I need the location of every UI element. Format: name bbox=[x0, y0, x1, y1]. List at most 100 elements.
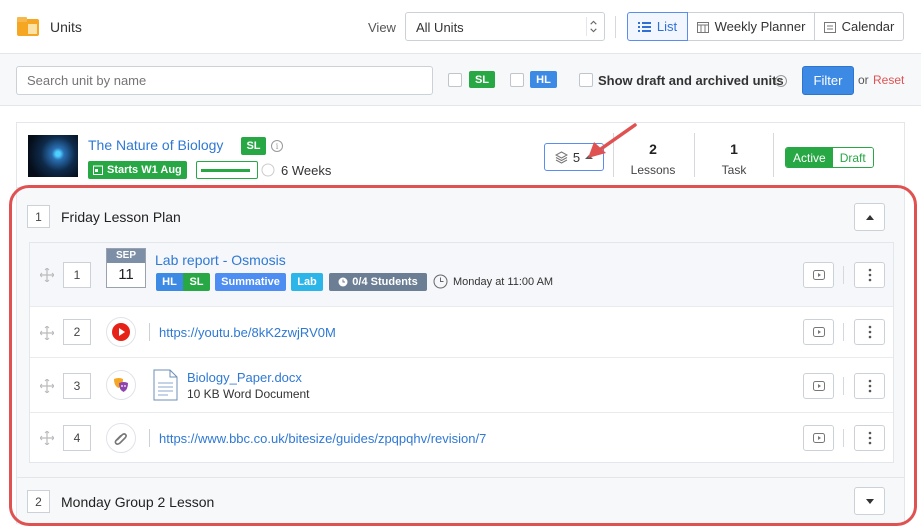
filter-button[interactable]: Filter bbox=[802, 66, 854, 95]
unit-duration: 6 Weeks bbox=[281, 163, 332, 178]
divider bbox=[843, 377, 844, 395]
preview-button[interactable] bbox=[803, 262, 834, 288]
unit-level-badge: SL bbox=[241, 137, 266, 155]
youtube-link[interactable]: https://youtu.be/8kK2zwjRV0M bbox=[149, 323, 336, 341]
task-title[interactable]: Lab report - Osmosis bbox=[155, 252, 286, 268]
drag-handle-icon[interactable] bbox=[40, 431, 54, 445]
summative-badge: Summative bbox=[215, 273, 286, 291]
annotation-arrow bbox=[588, 123, 637, 158]
calendar-button[interactable]: Calendar bbox=[815, 12, 904, 41]
units-folder-icon bbox=[17, 17, 39, 36]
unit-info-icon[interactable]: i bbox=[271, 140, 283, 152]
sl-badge: SL bbox=[469, 71, 495, 88]
attachment-icon bbox=[114, 433, 127, 445]
divider bbox=[843, 266, 844, 284]
item-number: 2 bbox=[63, 319, 91, 345]
theater-masks-icon bbox=[114, 378, 128, 392]
hl-badge: HL bbox=[530, 71, 557, 88]
students-badge[interactable]: 0/4 Students bbox=[329, 273, 427, 291]
show-draft-checkbox[interactable] bbox=[579, 73, 593, 87]
drag-handle-icon[interactable] bbox=[40, 379, 54, 393]
due-time: Monday at 11:00 AM bbox=[453, 276, 554, 288]
more-options-button[interactable] bbox=[854, 373, 885, 399]
status-toggle[interactable]: Active Draft bbox=[785, 147, 874, 168]
filter-bar: SL HL Show draft and archived units i bbox=[0, 54, 921, 106]
show-draft-label: Show draft and archived units bbox=[598, 73, 784, 88]
lesson-items-list: 1 SEP 11 Lab report - Osmosis HL SL Summ… bbox=[29, 242, 894, 463]
attachment-icon-wrap bbox=[106, 423, 136, 453]
students-count: 0/4 Students bbox=[352, 276, 418, 288]
preview-icon bbox=[812, 381, 825, 391]
list-view-label: List bbox=[656, 19, 678, 34]
task-stat: 1 Task bbox=[694, 141, 774, 177]
file-meta: 10 KB Word Document bbox=[187, 387, 310, 401]
preview-button[interactable] bbox=[803, 319, 834, 345]
list-view-button[interactable]: List bbox=[627, 12, 688, 41]
list-item: 3 Biology_Paper.docx 10 KB Word Document bbox=[30, 358, 893, 413]
start-calendar-icon bbox=[93, 165, 103, 175]
unit-header: The Nature of Biology SL i Starts W1 Aug… bbox=[17, 123, 904, 187]
unit-card: The Nature of Biology SL i Starts W1 Aug… bbox=[16, 122, 905, 525]
web-link[interactable]: https://www.bbc.co.uk/bitesize/guides/zp… bbox=[148, 429, 486, 447]
clock-icon bbox=[338, 277, 348, 287]
calendar-icon bbox=[823, 21, 836, 33]
preview-icon bbox=[812, 327, 825, 337]
weekly-planner-label: Weekly Planner bbox=[714, 19, 806, 34]
activity-icon-wrap bbox=[106, 370, 136, 400]
drag-handle-icon[interactable] bbox=[40, 326, 54, 340]
file-name-link[interactable]: Biology_Paper.docx bbox=[187, 370, 302, 385]
top-bar: Units View All Units List Weekly Planner… bbox=[0, 0, 921, 54]
view-select[interactable]: All Units bbox=[405, 12, 605, 41]
lesson-plan-section: 2 Monday Group 2 Lesson bbox=[17, 477, 904, 525]
expand-button[interactable] bbox=[854, 487, 885, 515]
divider bbox=[615, 16, 616, 38]
list-item: 2 https://youtu.be/8kK2zwjRV0M bbox=[30, 307, 893, 358]
item-number: 1 bbox=[63, 262, 91, 288]
or-text: or bbox=[858, 73, 869, 87]
view-select-value: All Units bbox=[416, 20, 464, 35]
kebab-icon bbox=[868, 268, 871, 282]
list-icon bbox=[637, 21, 651, 32]
date-day: 11 bbox=[118, 266, 134, 283]
list-item: 1 SEP 11 Lab report - Osmosis HL SL Summ… bbox=[30, 243, 893, 307]
hl-badge: HL bbox=[156, 273, 183, 291]
caret-up-icon bbox=[865, 214, 874, 220]
preview-icon bbox=[812, 433, 825, 443]
time-icon bbox=[433, 274, 448, 289]
unit-progress-bar bbox=[196, 161, 258, 179]
weekly-planner-button[interactable]: Weekly Planner bbox=[688, 12, 815, 41]
lessons-label: Lessons bbox=[630, 163, 676, 177]
task-label: Task bbox=[721, 163, 747, 177]
lesson-plan-title[interactable]: Friday Lesson Plan bbox=[61, 209, 181, 225]
divider bbox=[843, 323, 844, 341]
status-active[interactable]: Active bbox=[786, 148, 833, 167]
preview-icon bbox=[812, 270, 825, 280]
calendar-grid-icon bbox=[696, 21, 709, 33]
status-draft[interactable]: Draft bbox=[832, 148, 873, 167]
caret-down-icon bbox=[865, 498, 874, 504]
more-options-button[interactable] bbox=[854, 262, 885, 288]
unit-progress-fill bbox=[201, 169, 250, 172]
search-input[interactable] bbox=[16, 66, 433, 95]
preview-button[interactable] bbox=[803, 373, 834, 399]
drag-handle-icon[interactable] bbox=[40, 268, 54, 282]
more-options-button[interactable] bbox=[854, 425, 885, 451]
sl-filter-checkbox[interactable] bbox=[448, 73, 462, 87]
more-options-button[interactable] bbox=[854, 319, 885, 345]
item-number: 4 bbox=[63, 425, 91, 451]
starts-label: Starts W1 Aug bbox=[107, 164, 182, 176]
youtube-icon-wrap bbox=[106, 317, 136, 347]
youtube-icon bbox=[112, 323, 130, 341]
reset-link[interactable]: Reset bbox=[873, 73, 904, 87]
hl-filter-checkbox[interactable] bbox=[510, 73, 524, 87]
info-icon[interactable]: i bbox=[775, 75, 787, 87]
unit-title[interactable]: The Nature of Biology bbox=[88, 137, 223, 153]
collapse-button[interactable] bbox=[854, 203, 885, 231]
view-label: View bbox=[368, 20, 396, 35]
lesson-plan-title[interactable]: Monday Group 2 Lesson bbox=[61, 494, 214, 510]
divider bbox=[773, 133, 774, 177]
select-arrows-icon bbox=[586, 17, 597, 36]
calendar-label: Calendar bbox=[841, 19, 895, 34]
preview-button[interactable] bbox=[803, 425, 834, 451]
lesson-plan-number: 1 bbox=[27, 205, 50, 228]
